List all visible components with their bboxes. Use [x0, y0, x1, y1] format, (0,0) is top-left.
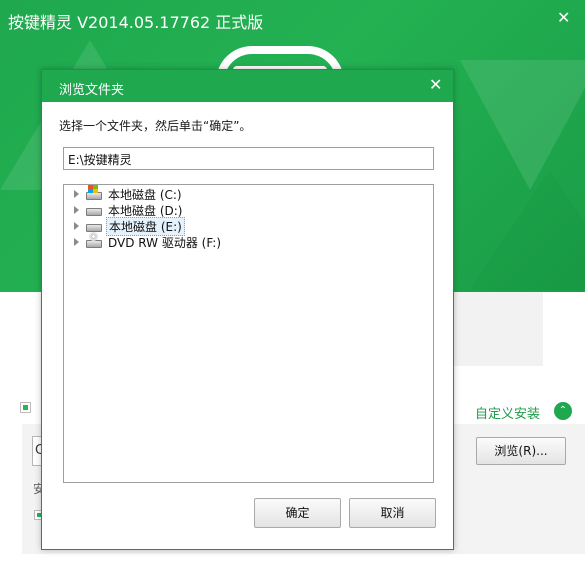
dialog-titlebar[interactable]: 浏览文件夹 ✕ [42, 70, 453, 102]
side-panel [452, 292, 543, 366]
hard-drive-icon [86, 220, 102, 232]
expand-arrow-icon[interactable] [74, 238, 79, 246]
browse-button[interactable]: 浏览(R)... [476, 437, 566, 465]
dialog-prompt: 选择一个文件夹，然后单击“确定”。 [59, 119, 252, 133]
dvd-drive-icon [86, 232, 102, 248]
dialog-title: 浏览文件夹 [59, 83, 125, 98]
system-drive-icon [86, 185, 102, 200]
agree-checkbox[interactable] [20, 402, 31, 413]
tree-item-c[interactable]: 本地磁盘 (C:) [74, 185, 184, 202]
cancel-button[interactable]: 取消 [349, 498, 436, 528]
custom-install-link[interactable]: 自定义安装 [475, 403, 540, 422]
tree-item-label: 本地磁盘 (C:) [108, 187, 182, 202]
hard-drive-icon [86, 204, 102, 216]
decor-shape [470, 170, 585, 290]
folder-path-field[interactable]: E:\按键精灵 [63, 147, 434, 170]
dialog-close-icon[interactable]: ✕ [429, 75, 442, 94]
expand-arrow-icon[interactable] [74, 190, 79, 198]
expand-arrow-icon[interactable] [74, 206, 79, 214]
ok-button[interactable]: 确定 [254, 498, 341, 528]
expand-arrow-icon[interactable] [74, 222, 79, 230]
browse-folder-dialog: 浏览文件夹 ✕ 选择一个文件夹，然后单击“确定”。 E:\按键精灵 本地磁盘 (… [41, 69, 454, 550]
tree-item-label: DVD RW 驱动器 (F:) [108, 235, 222, 250]
folder-tree[interactable]: 本地磁盘 (C:) 本地磁盘 (D:) 本地磁盘 (E:) DVD RW 驱动器… [63, 184, 434, 483]
tree-item-f[interactable]: DVD RW 驱动器 (F:) [74, 232, 223, 250]
app-title: 按键精灵 V2014.05.17762 正式版 [8, 13, 264, 32]
collapse-up-icon[interactable]: ⌃ [554, 402, 572, 420]
window-close-icon[interactable]: ✕ [557, 8, 570, 27]
